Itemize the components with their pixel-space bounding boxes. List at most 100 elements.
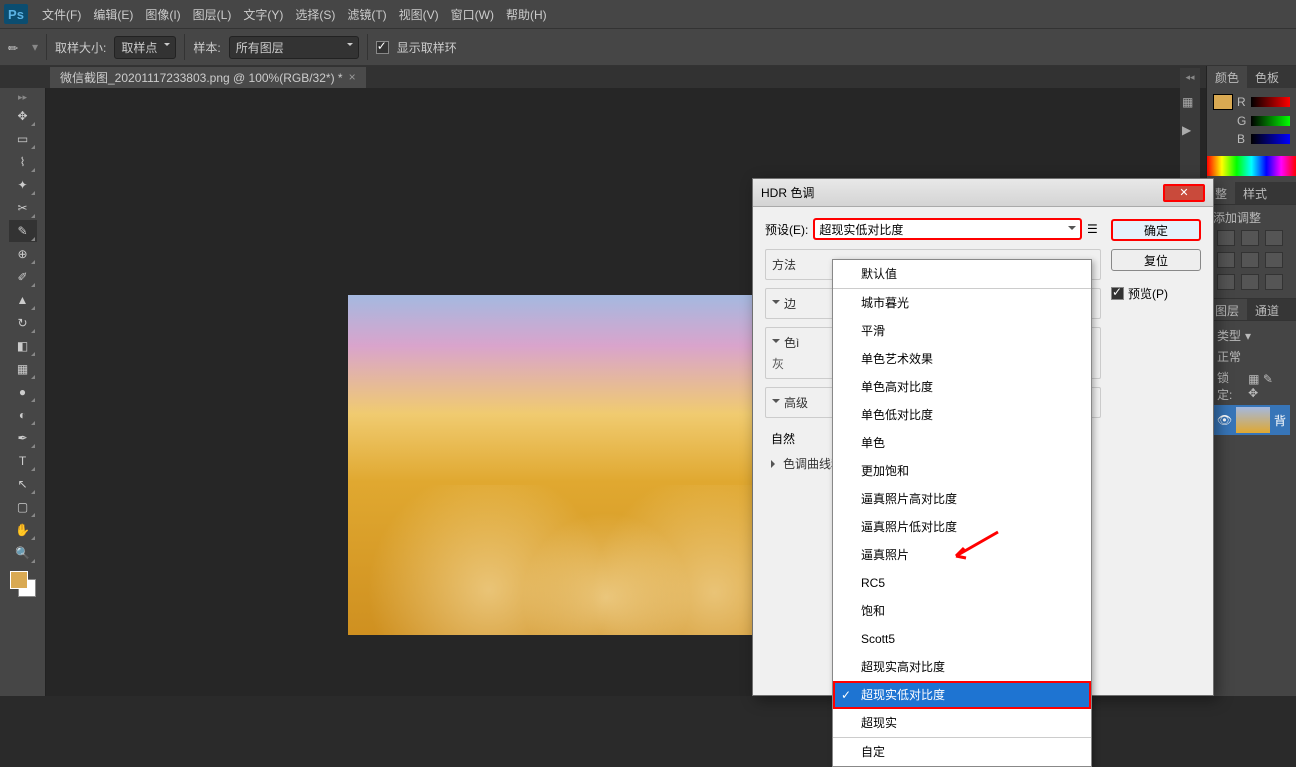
adj-icon[interactable] (1241, 274, 1259, 290)
tab-swatches[interactable]: 色板 (1247, 66, 1287, 88)
menu-window[interactable]: 窗口(W) (445, 6, 500, 23)
tab-channels[interactable]: 通道 (1247, 299, 1287, 320)
preset-dropdown[interactable]: 超现实低对比度 (814, 219, 1081, 239)
adj-icon[interactable] (1241, 230, 1259, 246)
adj-icon[interactable] (1265, 274, 1283, 290)
preset-option[interactable]: Scott5 (833, 625, 1091, 653)
ok-button[interactable]: 确定 (1111, 219, 1201, 241)
color-panel-tabs: 颜色 色板 (1207, 66, 1296, 88)
preset-option[interactable]: 逼真照片高对比度 (833, 485, 1091, 513)
chevron-down-icon[interactable] (772, 300, 780, 308)
close-icon[interactable]: × (349, 70, 356, 84)
stamp-tool[interactable]: ▲ (9, 289, 37, 311)
preset-option[interactable]: 单色艺术效果 (833, 345, 1091, 373)
menu-layer[interactable]: 图层(L) (187, 6, 238, 23)
preset-option[interactable]: 单色高对比度 (833, 373, 1091, 401)
document-tab[interactable]: 微信截图_20201117233803.png @ 100%(RGB/32*) … (50, 67, 366, 88)
adj-icon[interactable] (1265, 230, 1283, 246)
eyedropper-tool[interactable]: ✎ (9, 220, 37, 242)
text-tool[interactable]: T (9, 450, 37, 472)
reset-button[interactable]: 复位 (1111, 249, 1201, 271)
lock-icons[interactable]: ▦ ✎ ✥ (1248, 372, 1286, 400)
brush-tool[interactable]: ✐ (9, 266, 37, 288)
hand-tool[interactable]: ✋ (9, 519, 37, 541)
chevron-down-icon[interactable]: ▾ (32, 40, 38, 54)
dialog-titlebar[interactable]: HDR 色调 ✕ (753, 179, 1213, 207)
menu-filter[interactable]: 滤镜(T) (341, 6, 392, 23)
menu-text[interactable]: 文字(Y) (237, 6, 289, 23)
preset-option[interactable]: 平滑 (833, 317, 1091, 345)
crop-tool[interactable]: ✂ (9, 197, 37, 219)
preset-option[interactable]: 单色 (833, 429, 1091, 457)
gradient-tool[interactable]: ▦ (9, 358, 37, 380)
type-dropdown[interactable]: ▾ (1245, 329, 1251, 343)
adj-icon[interactable] (1241, 252, 1259, 268)
lasso-tool[interactable]: ⌇ (9, 151, 37, 173)
r-slider[interactable] (1251, 97, 1290, 107)
history-icon[interactable]: ▦ (1182, 95, 1198, 111)
lock-label: 锁定: (1217, 369, 1244, 403)
history-brush-tool[interactable]: ↻ (9, 312, 37, 334)
eraser-tool[interactable]: ◧ (9, 335, 37, 357)
dodge-tool[interactable]: ◐ (9, 404, 37, 426)
preset-option[interactable]: 自定 (833, 737, 1091, 766)
path-select-tool[interactable]: ↖ (9, 473, 37, 495)
menu-view[interactable]: 视图(V) (393, 6, 445, 23)
preset-option[interactable]: 更加饱和 (833, 457, 1091, 485)
menu-image[interactable]: 图像(I) (139, 6, 186, 23)
show-ring-checkbox[interactable] (376, 41, 389, 54)
preset-option[interactable]: 逼真照片 (833, 541, 1091, 569)
layer-name: 背 (1274, 412, 1286, 429)
close-button[interactable]: ✕ (1163, 184, 1205, 202)
blur-tool[interactable]: ● (9, 381, 37, 403)
pen-tool[interactable]: ✒ (9, 427, 37, 449)
toolbar-collapse[interactable]: ▸▸ (18, 92, 27, 103)
preset-option[interactable]: 超现实高对比度 (833, 653, 1091, 681)
adj-icon[interactable] (1265, 252, 1283, 268)
actions-icon[interactable]: ▶ (1182, 123, 1198, 139)
preset-menu-icon[interactable]: ☰ (1087, 222, 1101, 236)
move-tool[interactable]: ✥ (9, 105, 37, 127)
preset-option[interactable]: 城市暮光 (833, 288, 1091, 317)
preset-option[interactable]: 饱和 (833, 597, 1091, 625)
preview-checkbox[interactable] (1111, 287, 1124, 300)
menu-edit[interactable]: 编辑(E) (87, 6, 139, 23)
fg-color[interactable] (10, 571, 28, 589)
preset-option[interactable]: 默认值 (833, 260, 1091, 288)
chevron-down-icon[interactable] (772, 399, 780, 407)
chevron-right-icon[interactable] (771, 460, 779, 468)
color-swatches[interactable] (10, 571, 36, 597)
layer-panel-tabs: 图层 通道 (1207, 298, 1296, 320)
zoom-tool[interactable]: 🔍 (9, 542, 37, 564)
adj-icon[interactable] (1217, 252, 1235, 268)
expand-icon[interactable]: ◂◂ (1185, 72, 1194, 83)
heal-tool[interactable]: ⊕ (9, 243, 37, 265)
preset-option[interactable]: 超现实 (833, 709, 1091, 737)
wand-tool[interactable]: ✦ (9, 174, 37, 196)
color-spectrum[interactable] (1207, 156, 1296, 176)
marquee-tool[interactable]: ▭ (9, 128, 37, 150)
visibility-icon[interactable]: 👁 (1217, 413, 1232, 427)
menu-help[interactable]: 帮助(H) (500, 6, 553, 23)
sample-size-dropdown[interactable]: 取样点 (114, 36, 176, 59)
preset-option[interactable]: RC5 (833, 569, 1091, 597)
adj-icon[interactable] (1217, 274, 1235, 290)
blend-mode[interactable]: 正常 (1217, 348, 1241, 365)
menu-select[interactable]: 选择(S) (289, 6, 341, 23)
preset-option[interactable]: 逼真照片低对比度 (833, 513, 1091, 541)
shape-tool[interactable]: ▢ (9, 496, 37, 518)
b-slider[interactable] (1251, 134, 1290, 144)
color-swatch[interactable] (1213, 94, 1233, 110)
layer-row[interactable]: 👁 背 (1213, 405, 1290, 435)
tab-styles[interactable]: 样式 (1235, 182, 1275, 204)
adj-icon[interactable] (1217, 230, 1235, 246)
preset-option-selected[interactable]: 超现实低对比度 (833, 681, 1091, 709)
g-slider[interactable] (1251, 116, 1290, 126)
add-adjust-label: 添加调整 (1213, 209, 1290, 226)
dialog-side: 确定 复位 预览(P) (1111, 219, 1201, 476)
chevron-down-icon[interactable] (772, 339, 780, 347)
menu-file[interactable]: 文件(F) (36, 6, 87, 23)
tab-color[interactable]: 颜色 (1207, 66, 1247, 88)
sample-dropdown[interactable]: 所有图层 (229, 36, 359, 59)
preset-option[interactable]: 单色低对比度 (833, 401, 1091, 429)
